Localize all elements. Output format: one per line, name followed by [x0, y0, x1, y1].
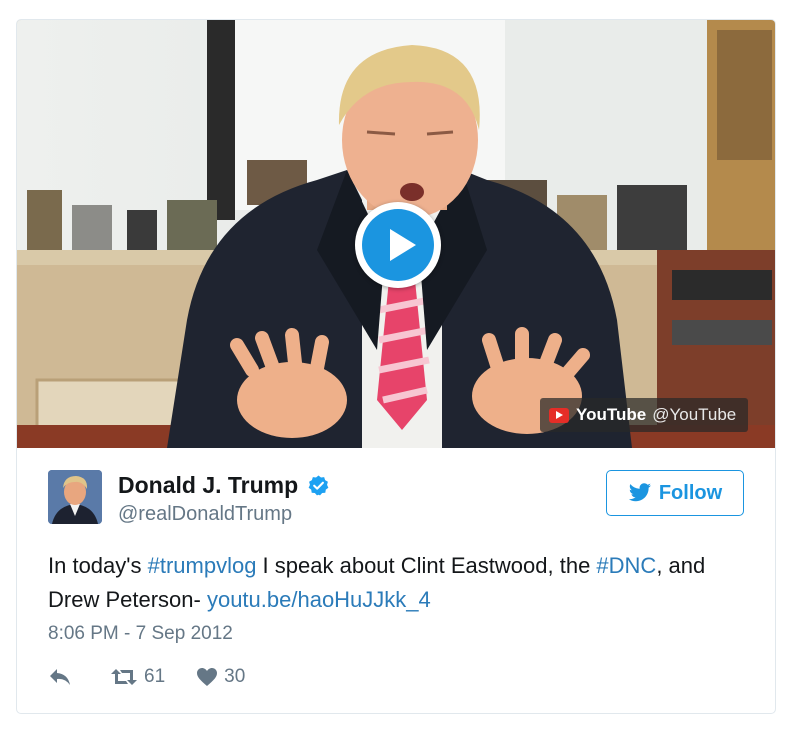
like-count: 30	[224, 666, 246, 687]
play-icon	[362, 209, 434, 281]
follow-button[interactable]: Follow	[606, 470, 744, 516]
attribution-source: YouTube	[576, 405, 647, 424]
author-row: Donald J. Trump	[118, 472, 330, 499]
heart-icon	[197, 668, 218, 686]
url-link[interactable]: youtu.be/haoHuJJkk_4	[207, 587, 431, 612]
tweet-actions: 61 30	[48, 664, 245, 690]
tweet-card: YouTube @YouTube Donald J. Trump @realDo…	[16, 19, 776, 714]
video-thumbnail[interactable]: YouTube @YouTube	[17, 20, 775, 448]
avatar-image	[48, 470, 102, 524]
author-name[interactable]: Donald J. Trump	[118, 472, 298, 499]
reply-icon	[50, 669, 70, 685]
like-button[interactable]: 30	[196, 666, 245, 688]
play-button[interactable]	[355, 202, 441, 288]
avatar[interactable]	[48, 470, 102, 524]
verified-badge-icon	[308, 475, 329, 496]
hashtag-link[interactable]: #trumpvlog	[148, 553, 257, 578]
retweet-button[interactable]: 61	[110, 666, 165, 688]
tweet-text-part: In today's	[48, 553, 148, 578]
youtube-attribution[interactable]: YouTube @YouTube	[540, 398, 749, 432]
hashtag-link[interactable]: #DNC	[596, 553, 656, 578]
timestamp[interactable]: 8:06 PM - 7 Sep 2012	[48, 623, 233, 645]
attribution-handle: @YouTube	[652, 405, 737, 424]
retweet-count: 61	[144, 666, 166, 687]
tweet-text-part: I speak about Clint Eastwood, the	[256, 553, 597, 578]
twitter-bird-icon	[628, 483, 651, 502]
tweet-text: In today's #trumpvlog I speak about Clin…	[48, 549, 748, 617]
youtube-logo-icon	[549, 407, 569, 423]
screen-name[interactable]: @realDonaldTrump	[118, 503, 292, 526]
retweet-icon	[111, 669, 137, 685]
follow-label: Follow	[658, 481, 723, 504]
reply-button[interactable]	[48, 667, 78, 687]
